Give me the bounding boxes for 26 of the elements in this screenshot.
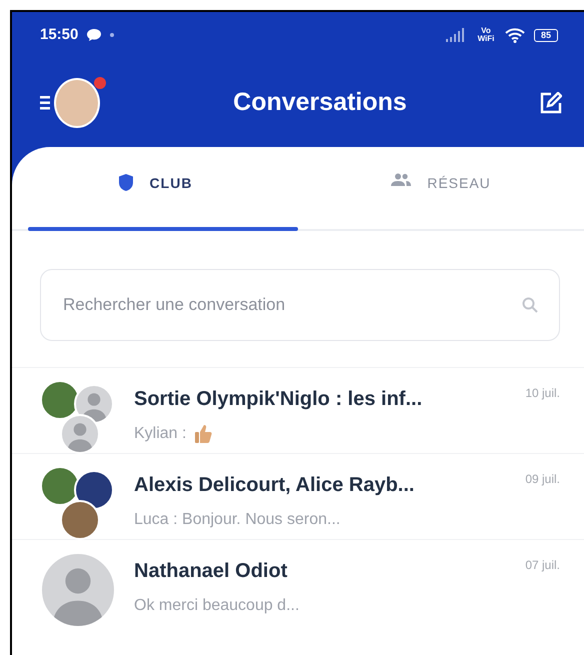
people-icon [391,172,412,186]
shield-icon [118,172,134,192]
battery-indicator: 85 [534,28,558,42]
header-title: Conversations [232,87,408,118]
chat-bubble-icon [86,28,102,42]
wifi-icon [504,27,526,44]
search-field[interactable]: Rechercher une conversation [40,268,560,341]
tab[interactable]: CLUB [12,146,298,229]
conversation-date: 10 juil. [525,384,560,402]
compose-icon[interactable] [540,92,562,114]
conversation-title: Sortie Olympik'Niglo : les inf... [134,386,424,412]
conversation-item[interactable]: Nathanael Odiot Ok merci beaucoup d... 07 juil. [12,538,584,625]
conversation-date: 07 juil. [525,556,560,574]
menu-icon[interactable] [40,94,50,111]
status-time: 15:50 [40,25,78,46]
profile-avatar[interactable] [54,78,100,128]
conversation-item[interactable]: Sortie Olympik'Niglo : les inf... Kylian : 10 juil. [12,366,584,453]
conversation-item[interactable]: Alexis Delicourt, Alice Rayb... Luca : Bonjour. Nous seron... 09 juil. [12,452,584,539]
network-label: Vo WiFi [476,27,496,44]
message-preview: Ok merci beaucoup d... [134,596,300,616]
message-preview: Kylian : [134,424,186,444]
conversation-title: Nathanael Odiot [134,558,288,584]
conversation-title: Alexis Delicourt, Alice Rayb... [134,472,416,498]
dot-icon [110,33,114,38]
conversation-date: 09 juil. [525,470,560,488]
message-preview: Luca : Bonjour. Nous seron... [134,510,340,530]
